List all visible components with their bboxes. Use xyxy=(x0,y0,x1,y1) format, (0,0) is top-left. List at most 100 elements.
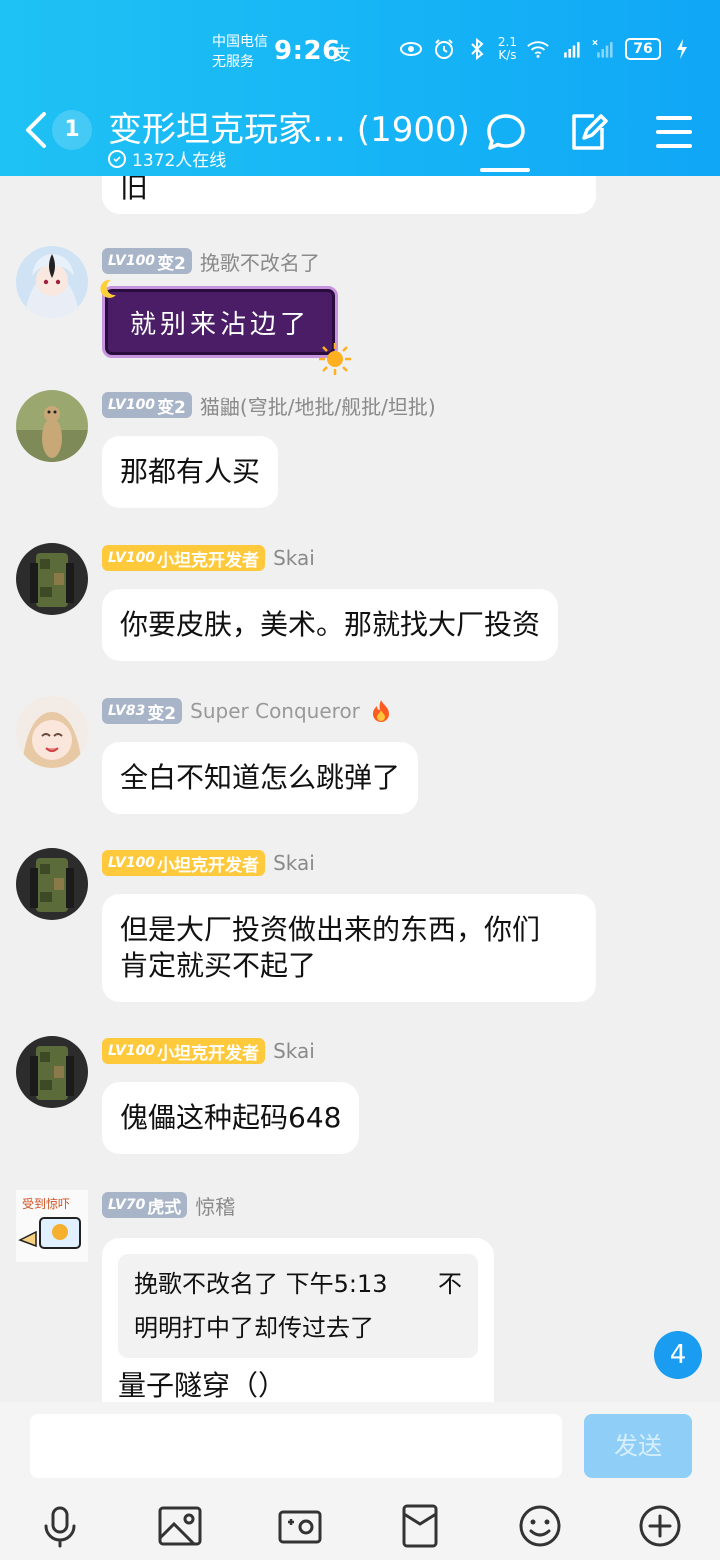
sender-name[interactable]: Skai xyxy=(273,1039,315,1063)
charging-icon xyxy=(670,37,694,61)
honor-title: 小坦克开发者 xyxy=(157,1043,260,1064)
level-badge: LV83 变2 xyxy=(102,698,183,724)
camera-button[interactable] xyxy=(276,1502,324,1550)
message-bubble[interactable]: 傀儡这种起码648 xyxy=(102,1082,360,1154)
chat-navbar: 1 变形坦克玩家… (1900) 1372人在线 xyxy=(0,94,720,176)
send-button[interactable]: 发送 xyxy=(584,1414,692,1478)
message-sender-meta: LV100 变2 挽歌不改名了 xyxy=(102,247,320,276)
message-sender-meta: LV100 小坦克开发者 Skai xyxy=(102,545,315,571)
carrier-service: 无服务 xyxy=(212,54,254,70)
app-header: 中国电信 无服务 9:26 支 2.1 K/s 76 1 变形坦克玩家… (19… xyxy=(0,0,720,176)
eye-icon xyxy=(399,37,423,61)
message-bubble[interactable]: 挽歌不改名了 下午5:13 不 明明打中了却传过去了 量子隧穿（） xyxy=(102,1238,494,1402)
honor-title: 小坦克开发者 xyxy=(157,550,260,571)
sender-name[interactable]: Super Conqueror xyxy=(190,699,360,723)
level-text: LV70 xyxy=(108,1197,146,1213)
image-icon xyxy=(158,1506,202,1546)
voice-button[interactable] xyxy=(36,1502,84,1550)
message-text-line: 肯定就买不起了 xyxy=(120,949,317,982)
avatar[interactable] xyxy=(16,696,88,768)
sender-name[interactable]: 挽歌不改名了 xyxy=(200,247,320,276)
level-text: LV100 xyxy=(108,550,156,566)
message-sender-meta: LV100 小坦克开发者 Skai xyxy=(102,1038,315,1064)
honor-title: 小坦克开发者 xyxy=(157,855,260,876)
message-text: 量子隧穿（） xyxy=(118,1369,287,1402)
menu-icon xyxy=(656,116,692,148)
bluetooth-icon xyxy=(465,37,489,61)
message-bubble[interactable]: 你要皮肤，美术。那就找大厂投资 xyxy=(102,589,559,661)
group-title[interactable]: 变形坦克玩家… (1900) xyxy=(108,102,470,151)
message-sender-meta: LV100 变2 猫鼬(穹批/地批/舰批/坦批) xyxy=(102,391,436,420)
sticker-message[interactable]: 就别来沾边了 xyxy=(100,279,351,375)
unread-count-badge[interactable]: 1 xyxy=(52,110,92,150)
moon-icon xyxy=(100,279,116,298)
honor-title: 变2 xyxy=(147,703,177,724)
menu-button[interactable] xyxy=(650,108,698,156)
avatar[interactable] xyxy=(16,848,88,920)
plus-icon xyxy=(639,1505,681,1547)
quote-header: 挽歌不改名了 下午5:13 不 xyxy=(134,1262,462,1306)
avatar[interactable] xyxy=(16,246,88,318)
level-badge: LV100 小坦克开发者 xyxy=(102,1038,266,1064)
level-text: LV100 xyxy=(108,1043,156,1059)
sun-icon xyxy=(319,343,351,375)
message-text: 傀儡这种起码648 xyxy=(120,1101,342,1134)
red-packet-button[interactable] xyxy=(396,1502,444,1550)
level-badge: LV100 变2 xyxy=(102,248,192,274)
quoted-message[interactable]: 挽歌不改名了 下午5:13 不 明明打中了却传过去了 xyxy=(118,1254,478,1358)
status-icons: 2.1 K/s 76 xyxy=(399,36,694,62)
honor-title: 虎式 xyxy=(147,1197,182,1218)
online-count-text: 1372人在线 xyxy=(132,151,227,171)
composer-toolbar xyxy=(0,1498,720,1558)
message-text: 旧 xyxy=(120,176,149,204)
level-text: LV83 xyxy=(108,703,146,719)
quote-trail: 不 xyxy=(438,1270,462,1298)
level-badge: LV70 虎式 xyxy=(102,1192,188,1218)
message-bubble[interactable]: 全白不知道怎么跳弹了 xyxy=(102,742,419,814)
message-bubble[interactable]: 那都有人买 xyxy=(102,436,279,508)
more-button[interactable] xyxy=(636,1502,684,1550)
image-button[interactable] xyxy=(156,1502,204,1550)
network-speed-unit: K/s xyxy=(498,48,517,62)
sender-name[interactable]: Skai xyxy=(273,546,315,570)
red-packet-icon xyxy=(402,1504,438,1548)
honor-title: 变2 xyxy=(157,253,186,274)
microphone-icon xyxy=(44,1506,76,1548)
status-misc: 支 xyxy=(333,44,351,65)
quote-text: 明明打中了却传过去了 xyxy=(134,1314,374,1342)
level-text: LV100 xyxy=(108,855,156,871)
emoji-button[interactable] xyxy=(516,1502,564,1550)
level-badge: LV100 小坦克开发者 xyxy=(102,545,266,571)
sender-name[interactable]: Skai xyxy=(273,851,315,875)
avatar[interactable] xyxy=(16,390,88,462)
carrier-name: 中国电信 xyxy=(212,34,268,50)
message-list[interactable]: 旧 LV100 变2 挽歌不改名了 就别来沾边了 LV100 变2 猫鼬(穹批/… xyxy=(0,176,720,1402)
carrier-info: 中国电信 无服务 xyxy=(212,32,268,72)
network-speed: 2.1 K/s xyxy=(498,36,517,62)
avatar[interactable]: 受到惊吓 xyxy=(16,1190,88,1262)
avatar[interactable] xyxy=(16,543,88,615)
new-message-count-badge[interactable]: 4 xyxy=(654,1331,702,1379)
level-text: LV100 xyxy=(108,397,156,413)
active-tab-indicator xyxy=(480,168,530,172)
sender-name[interactable]: 猫鼬(穹批/地批/舰批/坦批) xyxy=(200,391,436,420)
message-input[interactable] xyxy=(30,1414,562,1478)
camera-icon xyxy=(278,1510,322,1544)
chat-tab-button[interactable] xyxy=(482,108,530,156)
sender-name[interactable]: 惊稽 xyxy=(195,1191,235,1220)
edit-icon xyxy=(572,114,608,150)
status-bar: 中国电信 无服务 9:26 支 2.1 K/s 76 xyxy=(0,30,720,74)
svg-text:受到惊吓: 受到惊吓 xyxy=(22,1196,70,1211)
message-bubble[interactable]: 但是大厂投资做出来的东西，你们 肯定就买不起了 xyxy=(102,894,596,1002)
sticker-text: 就别来沾边了 xyxy=(129,309,310,340)
edit-button[interactable] xyxy=(564,108,612,156)
honor-title: 变2 xyxy=(157,397,186,418)
online-count: 1372人在线 xyxy=(108,146,226,171)
battery-level: 76 xyxy=(625,38,661,60)
avatar[interactable] xyxy=(16,1036,88,1108)
level-badge: LV100 变2 xyxy=(102,392,192,418)
message-bubble[interactable]: 旧 xyxy=(102,176,596,214)
message-text: 你要皮肤，美术。那就找大厂投资 xyxy=(120,608,541,641)
message-text: 那都有人买 xyxy=(120,455,261,488)
message-sender-meta: LV100 小坦克开发者 Skai xyxy=(102,850,315,876)
